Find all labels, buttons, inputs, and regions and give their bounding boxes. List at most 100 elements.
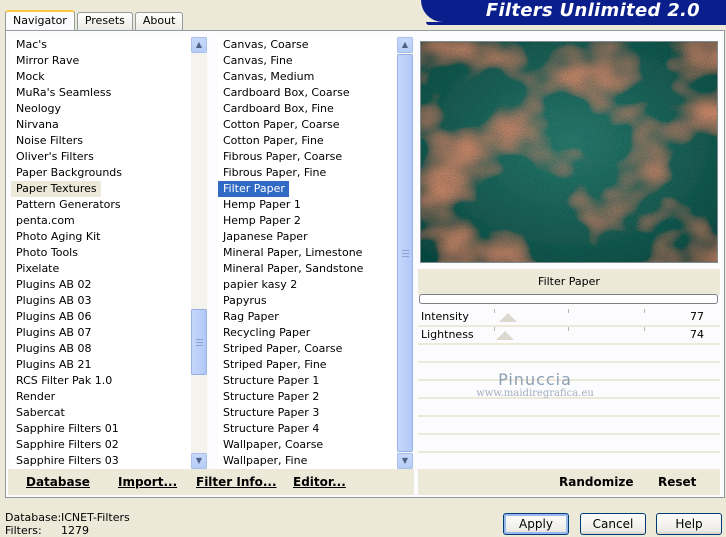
list-item[interactable]: Mineral Paper, Limestone — [218, 246, 362, 259]
list-item[interactable]: Nirvana — [11, 118, 59, 131]
navigator-panel: Mac's Mirror Rave Mock MuRa's Seamless Neolo… — [5, 30, 725, 498]
status-database-label: Database: — [5, 511, 62, 524]
list-item[interactable]: Photo Aging Kit — [11, 230, 100, 243]
list-item[interactable]: Structure Paper 1 — [218, 374, 319, 387]
list-item[interactable]: Hemp Paper 2 — [218, 214, 301, 227]
scroll-up-icon[interactable]: ▲ — [397, 37, 413, 53]
slider-empty — [418, 381, 720, 398]
list-item[interactable]: Plugins AB 21 — [11, 358, 91, 371]
right-button-bar: Randomize Reset — [418, 469, 720, 495]
scroll-up-icon[interactable]: ▲ — [191, 37, 207, 53]
scroll-thumb[interactable] — [397, 54, 413, 452]
help-button[interactable]: Help — [656, 513, 722, 535]
slider-empty — [418, 345, 720, 362]
list-item[interactable]: Striped Paper, Fine — [218, 358, 327, 371]
slider-intensity[interactable]: Intensity 77 — [418, 309, 720, 326]
list-item[interactable]: Wallpaper, Coarse — [218, 438, 323, 451]
list-item[interactable]: Wallpaper, Fine — [218, 454, 307, 467]
apply-button[interactable]: Apply — [503, 513, 569, 535]
list-item[interactable]: Mock — [11, 70, 45, 83]
brand-underline — [426, 22, 726, 25]
list-item[interactable]: Plugins AB 02 — [11, 278, 91, 291]
list-item[interactable]: Paper Backgrounds — [11, 166, 122, 179]
list-item[interactable]: Structure Paper 3 — [218, 406, 319, 419]
slider-lightness[interactable]: Lightness 74 — [418, 327, 720, 344]
list-item[interactable]: Noise Filters — [11, 134, 83, 147]
list-item[interactable]: penta.com — [11, 214, 75, 227]
list-item[interactable]: Canvas, Fine — [218, 54, 293, 67]
filter-items: Canvas, Coarse Canvas, Fine Canvas, Medium… — [218, 37, 396, 469]
slider-label: Lightness — [421, 328, 474, 341]
list-item[interactable]: Fibrous Paper, Coarse — [218, 150, 342, 163]
list-item[interactable]: Mirror Rave — [11, 54, 79, 67]
status-database-value: ICNET-Filters — [61, 511, 130, 524]
list-item[interactable]: Sapphire Filters 03 — [11, 454, 119, 467]
tab-navigator[interactable]: Navigator — [5, 10, 75, 31]
scroll-thumb[interactable] — [191, 309, 207, 375]
category-scrollbar[interactable]: ▲ ▼ — [191, 37, 207, 469]
list-item[interactable]: Striped Paper, Coarse — [218, 342, 342, 355]
list-item[interactable]: Pattern Generators — [11, 198, 121, 211]
database-button[interactable]: Database — [26, 475, 90, 489]
filter-name-label: Filter Paper — [418, 269, 720, 295]
list-item[interactable]: MuRa's Seamless — [11, 86, 111, 99]
texture-preview — [421, 42, 717, 262]
list-item[interactable]: Sapphire Filters 02 — [11, 438, 119, 451]
list-item[interactable]: Sabercat — [11, 406, 65, 419]
category-items: Mac's Mirror Rave Mock MuRa's Seamless Neolo… — [11, 37, 190, 469]
list-item[interactable]: Cotton Paper, Fine — [218, 134, 324, 147]
filter-list[interactable]: Canvas, Coarse Canvas, Fine Canvas, Medium… — [218, 37, 413, 469]
list-item[interactable]: Cardboard Box, Fine — [218, 102, 334, 115]
list-item[interactable]: Plugins AB 03 — [11, 294, 91, 307]
import-button[interactable]: Import... — [118, 475, 177, 489]
top-bar: Navigator Presets About Filters Unlimite… — [0, 0, 726, 31]
slider-value: 77 — [690, 310, 704, 323]
list-item[interactable]: Mineral Paper, Sandstone — [218, 262, 363, 275]
tab-about[interactable]: About — [134, 12, 184, 30]
list-item[interactable]: Plugins AB 08 — [11, 342, 91, 355]
list-item[interactable]: Canvas, Medium — [218, 70, 314, 83]
list-item[interactable]: Neology — [11, 102, 61, 115]
list-item[interactable]: RCS Filter Pak 1.0 — [11, 374, 112, 387]
list-item[interactable]: Mac's — [11, 38, 47, 51]
slider-empty — [418, 399, 720, 416]
list-item[interactable]: Rag Paper — [218, 310, 279, 323]
category-list[interactable]: Mac's Mirror Rave Mock MuRa's Seamless Neolo… — [11, 37, 207, 469]
list-item[interactable]: Photo Tools — [11, 246, 78, 259]
tab-presets[interactable]: Presets — [76, 12, 133, 30]
slider-thumb-icon[interactable] — [496, 331, 514, 340]
cancel-button[interactable]: Cancel — [580, 513, 646, 535]
list-item[interactable]: Plugins AB 06 — [11, 310, 91, 323]
list-item[interactable]: Cotton Paper, Coarse — [218, 118, 340, 131]
list-item[interactable]: Oliver's Filters — [11, 150, 94, 163]
scroll-down-icon[interactable]: ▼ — [397, 453, 413, 469]
randomize-button[interactable]: Randomize — [559, 475, 633, 489]
list-item[interactable]: Hemp Paper 1 — [218, 198, 301, 211]
editor-button[interactable]: Editor... — [293, 475, 346, 489]
list-item[interactable]: Paper Textures — [11, 181, 101, 197]
progress-bar — [419, 294, 718, 304]
reset-button[interactable]: Reset — [658, 475, 696, 489]
list-item[interactable]: Pixelate — [11, 262, 59, 275]
list-item[interactable]: Cardboard Box, Coarse — [218, 86, 350, 99]
list-item[interactable]: Plugins AB 07 — [11, 326, 91, 339]
brand-title: Filters Unlimited 2.0 — [421, 0, 726, 22]
list-item[interactable]: Papyrus — [218, 294, 267, 307]
list-item[interactable]: Sapphire Filters 01 — [11, 422, 119, 435]
filter-scrollbar[interactable]: ▲ ▼ — [397, 37, 413, 469]
list-item[interactable]: Filter Paper — [218, 181, 289, 197]
scroll-down-icon[interactable]: ▼ — [191, 453, 207, 469]
slider-thumb-icon[interactable] — [499, 313, 517, 322]
list-item[interactable]: Recycling Paper — [218, 326, 310, 339]
slider-value: 74 — [690, 328, 704, 341]
filter-info-button[interactable]: Filter Info... — [196, 475, 277, 489]
list-item[interactable]: Structure Paper 2 — [218, 390, 319, 403]
list-item[interactable]: Canvas, Coarse — [218, 38, 309, 51]
list-item[interactable]: Fibrous Paper, Fine — [218, 166, 326, 179]
list-item[interactable]: Render — [11, 390, 55, 403]
list-item[interactable]: Structure Paper 4 — [218, 422, 319, 435]
list-item[interactable]: papier kasy 2 — [218, 278, 297, 291]
list-item[interactable]: Japanese Paper — [218, 230, 308, 243]
control-sliders: Intensity 77 Lightness 74 — [418, 309, 720, 470]
slider-label: Intensity — [421, 310, 469, 323]
